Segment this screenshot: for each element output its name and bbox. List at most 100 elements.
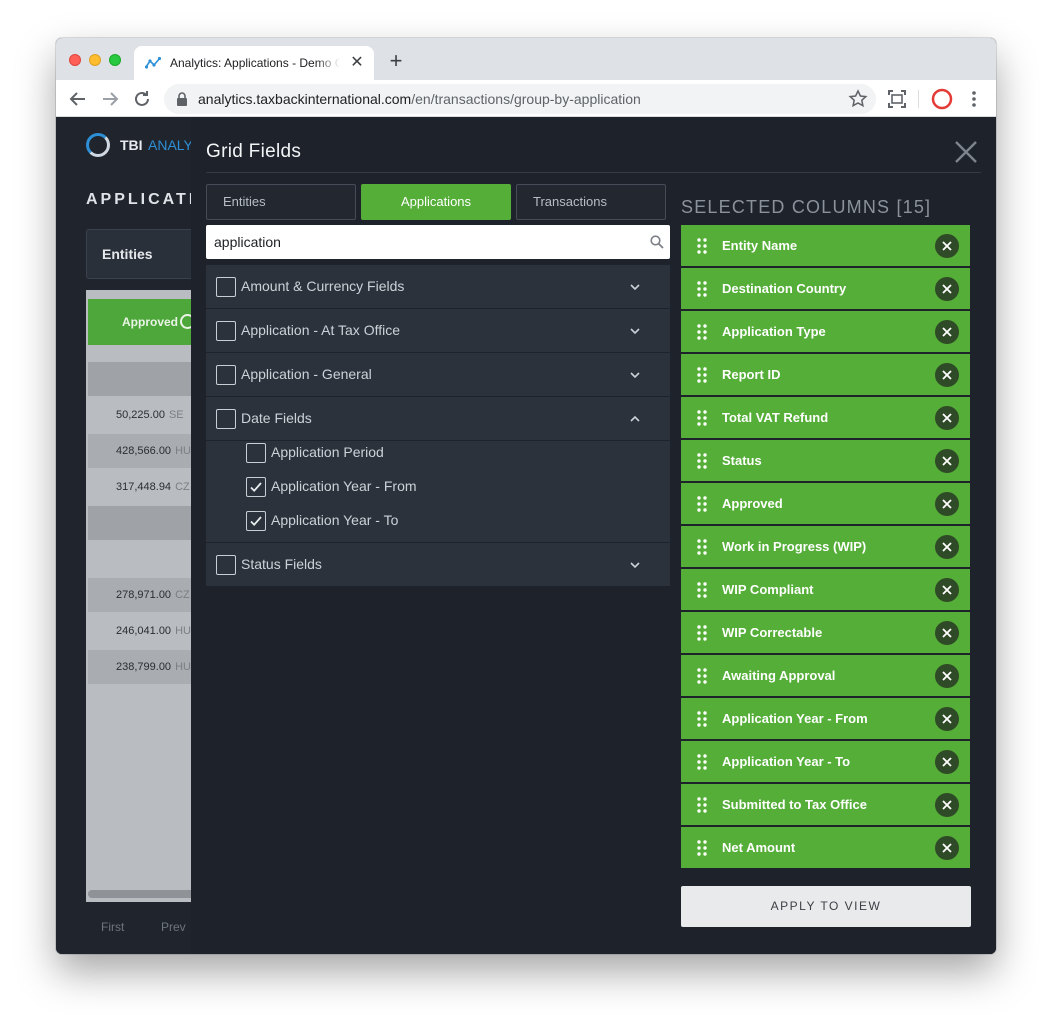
approved-column-header[interactable]: Approved xyxy=(88,299,196,345)
screen-capture-icon[interactable] xyxy=(885,87,909,111)
remove-column-icon[interactable] xyxy=(935,406,959,430)
selected-column-chip[interactable]: WIP Compliant xyxy=(681,569,970,610)
chevron-down-icon[interactable] xyxy=(628,324,642,338)
tab-close-icon[interactable]: ✕ xyxy=(348,54,366,72)
chevron-up-icon[interactable] xyxy=(628,412,642,426)
drag-handle-icon[interactable] xyxy=(696,409,708,427)
remove-column-icon[interactable] xyxy=(935,578,959,602)
selected-column-chip[interactable]: Application Year - From xyxy=(681,698,970,739)
search-icon[interactable] xyxy=(650,235,664,249)
field-checkbox[interactable] xyxy=(246,511,266,531)
table-row[interactable]: 246,041.00 HU xyxy=(88,614,196,648)
remove-column-icon[interactable] xyxy=(935,793,959,817)
remove-column-icon[interactable] xyxy=(935,664,959,688)
drag-handle-icon[interactable] xyxy=(696,538,708,556)
group-checkbox[interactable] xyxy=(216,409,236,429)
selected-column-chip[interactable]: Report ID xyxy=(681,354,970,395)
drag-handle-icon[interactable] xyxy=(696,624,708,642)
more-menu-icon[interactable] xyxy=(962,87,986,111)
selected-column-chip[interactable]: Work in Progress (WIP) xyxy=(681,526,970,567)
address-bar[interactable]: analytics.taxbackinternational.com/en/tr… xyxy=(164,84,876,114)
drag-handle-icon[interactable] xyxy=(696,710,708,728)
column-name: WIP Compliant xyxy=(722,582,814,597)
horizontal-scrollbar[interactable] xyxy=(88,890,196,898)
table-row[interactable]: 317,448.94 CZ xyxy=(88,470,196,504)
tab-applications[interactable]: Applications xyxy=(361,184,511,220)
remove-column-icon[interactable] xyxy=(935,535,959,559)
drag-handle-icon[interactable] xyxy=(696,753,708,771)
opera-extension-icon[interactable] xyxy=(930,87,954,111)
field-group-date-fields[interactable]: Date Fields xyxy=(206,397,670,440)
selected-column-chip[interactable]: Awaiting Approval xyxy=(681,655,970,696)
group-checkbox[interactable] xyxy=(216,365,236,385)
table-row[interactable]: 278,971.00 CZ xyxy=(88,578,196,612)
selected-column-chip[interactable]: Destination Country xyxy=(681,268,970,309)
drag-handle-icon[interactable] xyxy=(696,796,708,814)
remove-column-icon[interactable] xyxy=(935,363,959,387)
close-window-button[interactable] xyxy=(69,54,81,66)
selected-column-chip[interactable]: Approved xyxy=(681,483,970,524)
field-group-status[interactable]: Status Fields xyxy=(206,543,670,586)
drag-handle-icon[interactable] xyxy=(696,581,708,599)
field-group-general[interactable]: Application - General xyxy=(206,353,670,396)
remove-column-icon[interactable] xyxy=(935,492,959,516)
selected-column-chip[interactable]: Total VAT Refund xyxy=(681,397,970,438)
drag-handle-icon[interactable] xyxy=(696,452,708,470)
drag-handle-icon[interactable] xyxy=(696,667,708,685)
remove-column-icon[interactable] xyxy=(935,836,959,860)
back-arrow-icon[interactable] xyxy=(66,87,90,111)
maximize-window-button[interactable] xyxy=(109,54,121,66)
group-checkbox[interactable] xyxy=(216,321,236,341)
pager-prev-link[interactable]: Prev xyxy=(161,920,186,934)
bookmark-star-icon[interactable] xyxy=(848,89,868,109)
browser-tab[interactable]: Analytics: Applications - Demo Company ✕ xyxy=(134,46,374,80)
entities-dropdown[interactable]: Entities xyxy=(86,229,206,279)
drag-handle-icon[interactable] xyxy=(696,237,708,255)
new-tab-icon[interactable]: + xyxy=(384,50,408,74)
drag-handle-icon[interactable] xyxy=(696,280,708,298)
drag-handle-icon[interactable] xyxy=(696,839,708,857)
pager-first-link[interactable]: First xyxy=(101,920,124,934)
selected-column-chip[interactable]: Submitted to Tax Office xyxy=(681,784,970,825)
drag-handle-icon[interactable] xyxy=(696,366,708,384)
group-checkbox[interactable] xyxy=(216,555,236,575)
remove-column-icon[interactable] xyxy=(935,277,959,301)
table-row[interactable]: 428,566.00 HU xyxy=(88,434,196,468)
selected-column-chip[interactable]: Application Year - To xyxy=(681,741,970,782)
forward-arrow-icon[interactable] xyxy=(98,87,122,111)
field-group-at-tax-office[interactable]: Application - At Tax Office xyxy=(206,309,670,352)
search-input[interactable] xyxy=(214,231,634,253)
tab-transactions[interactable]: Transactions xyxy=(516,184,666,220)
field-checkbox[interactable] xyxy=(246,443,266,463)
field-application-year-to[interactable]: Application Year - To xyxy=(246,510,626,534)
table-row[interactable]: 238,799.00 HU xyxy=(88,650,196,684)
apply-to-view-button[interactable]: APPLY TO VIEW xyxy=(681,886,971,927)
selected-column-chip[interactable]: Status xyxy=(681,440,970,481)
field-application-year-from[interactable]: Application Year - From xyxy=(246,476,626,500)
remove-column-icon[interactable] xyxy=(935,707,959,731)
tab-entities[interactable]: Entities xyxy=(206,184,356,220)
remove-column-icon[interactable] xyxy=(935,621,959,645)
remove-column-icon[interactable] xyxy=(935,750,959,774)
chevron-down-icon[interactable] xyxy=(628,368,642,382)
drag-handle-icon[interactable] xyxy=(696,495,708,513)
remove-column-icon[interactable] xyxy=(935,320,959,344)
selected-column-chip[interactable]: Application Type xyxy=(681,311,970,352)
close-icon[interactable] xyxy=(953,139,979,165)
table-row[interactable]: 50,225.00 SE xyxy=(88,398,196,432)
chevron-down-icon[interactable] xyxy=(628,280,642,294)
group-checkbox[interactable] xyxy=(216,277,236,297)
chevron-down-icon[interactable] xyxy=(628,558,642,572)
remove-column-icon[interactable] xyxy=(935,449,959,473)
row-value: 317,448.94 xyxy=(116,481,172,493)
selected-column-chip[interactable]: WIP Correctable xyxy=(681,612,970,653)
selected-column-chip[interactable]: Net Amount xyxy=(681,827,970,868)
reload-icon[interactable] xyxy=(130,87,154,111)
remove-column-icon[interactable] xyxy=(935,234,959,258)
minimize-window-button[interactable] xyxy=(89,54,101,66)
field-application-period[interactable]: Application Period xyxy=(246,442,626,466)
selected-column-chip[interactable]: Entity Name xyxy=(681,225,970,266)
drag-handle-icon[interactable] xyxy=(696,323,708,341)
field-checkbox[interactable] xyxy=(246,477,266,497)
field-group-amount-currency[interactable]: Amount & Currency Fields xyxy=(206,265,670,308)
